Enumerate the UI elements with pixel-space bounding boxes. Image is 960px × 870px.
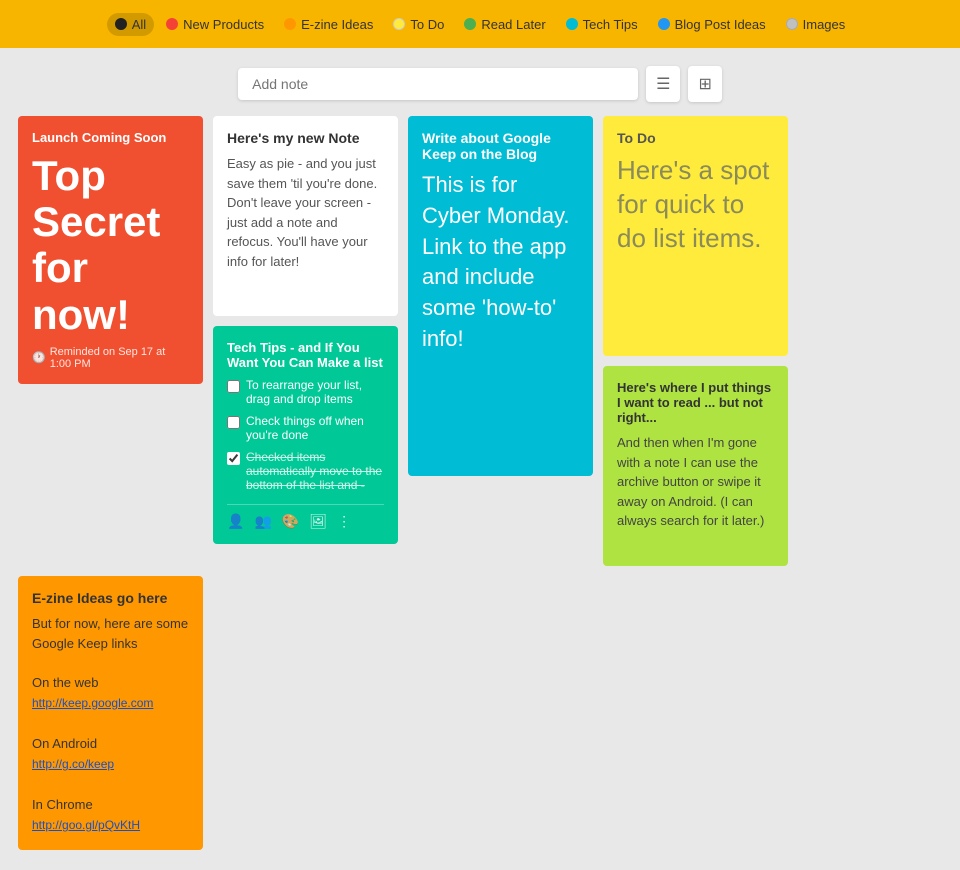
nav-label-blog-post: Blog Post Ideas	[675, 17, 766, 32]
list-view-button[interactable]: ☰	[646, 66, 680, 102]
add-person-icon[interactable]: 👥	[254, 513, 271, 530]
nav-label-tech-tips: Tech Tips	[583, 17, 638, 32]
card2-title: Here's my new Note	[227, 130, 384, 146]
checklist-item-2: Check things off when you're done	[227, 414, 384, 442]
all-dot	[115, 18, 127, 30]
card5-title: Tech Tips - and If You Want You Can Make…	[227, 340, 384, 370]
card6-web-label: On the web	[32, 675, 99, 690]
nav-label-ezine: E-zine Ideas	[301, 17, 373, 32]
card6-intro-text: But for now, here are some Google Keep l…	[32, 616, 188, 651]
nav-item-all[interactable]: All	[107, 13, 154, 36]
card6-intro: But for now, here are some Google Keep l…	[32, 614, 189, 834]
nav-item-todo[interactable]: To Do	[385, 13, 452, 36]
alarm-icon: 🕐	[32, 351, 46, 364]
card6-title: E-zine Ideas go here	[32, 590, 189, 606]
note-card-new-note: Here's my new Note Easy as pie - and you…	[213, 116, 398, 316]
note-card-blog: Write about Google Keep on the Blog This…	[408, 116, 593, 476]
card6-android-link[interactable]: http://g.co/keep	[32, 755, 189, 773]
checkbox-1[interactable]	[227, 380, 240, 393]
checkbox-3[interactable]	[227, 452, 240, 465]
card1-big-text: TopSecretfor now!	[32, 153, 189, 338]
search-input[interactable]	[252, 76, 624, 92]
new-products-dot	[166, 18, 178, 30]
blog-post-dot	[658, 18, 670, 30]
checklist-label-3: Checked items automatically move to the …	[246, 450, 384, 492]
card6-android-label: On Android	[32, 736, 97, 751]
read-later-dot	[464, 18, 476, 30]
palette-icon[interactable]: 🎨	[282, 513, 299, 530]
card3-body: This is for Cyber Monday. Link to the ap…	[422, 170, 579, 355]
checklist-label-2: Check things off when you're done	[246, 414, 384, 442]
nav-item-tech-tips[interactable]: Tech Tips	[558, 13, 646, 36]
card4-title: To Do	[617, 130, 774, 146]
card1-reminder-text: Reminded on Sep 17 at 1:00 PM	[50, 346, 189, 370]
nav-item-ezine[interactable]: E-zine Ideas	[276, 13, 381, 36]
notes-grid: Launch Coming Soon TopSecretfor now! 🕐 R…	[0, 116, 960, 870]
note-card-todo: To Do Here's a spot for quick to do list…	[603, 116, 788, 356]
card2-body: Easy as pie - and you just save them 'ti…	[227, 154, 384, 271]
nav-item-new-products[interactable]: New Products	[158, 13, 272, 36]
images-dot	[786, 18, 798, 30]
card6-chrome-label: In Chrome	[32, 797, 93, 812]
search-input-wrap	[238, 68, 638, 100]
col-stack-2: To Do Here's a spot for quick to do list…	[603, 116, 788, 566]
todo-dot	[393, 18, 405, 30]
nav-label-read-later: Read Later	[481, 17, 545, 32]
note-card-ezine: E-zine Ideas go here But for now, here a…	[18, 576, 203, 850]
card1-title: Launch Coming Soon	[32, 130, 189, 145]
collaborator-icon[interactable]: 👤	[227, 513, 244, 530]
card1-reminder: 🕐 Reminded on Sep 17 at 1:00 PM	[32, 346, 189, 370]
card5-actions: 👤 👥 🎨 🖼 ⋮	[227, 504, 384, 530]
card7-body: And then when I'm gone with a note I can…	[617, 433, 774, 531]
checklist-label-1: To rearrange your list, drag and drop it…	[246, 378, 384, 406]
note-card-tech-tips: Tech Tips - and If You Want You Can Make…	[213, 326, 398, 544]
card6-web-link[interactable]: http://keep.google.com	[32, 694, 189, 712]
nav-label-all: All	[132, 17, 146, 32]
top-nav: All New Products E-zine Ideas To Do Read…	[0, 0, 960, 48]
card5-checklist: To rearrange your list, drag and drop it…	[227, 378, 384, 492]
ezine-dot	[284, 18, 296, 30]
note-card-read-later: Here's where I put things I want to read…	[603, 366, 788, 566]
note-card-launch: Launch Coming Soon TopSecretfor now! 🕐 R…	[18, 116, 203, 384]
checklist-item-1: To rearrange your list, drag and drop it…	[227, 378, 384, 406]
checkbox-2[interactable]	[227, 416, 240, 429]
card4-body: Here's a spot for quick to do list items…	[617, 154, 774, 255]
card6-chrome-link[interactable]: http://goo.gl/pQvKtH	[32, 816, 189, 834]
nav-label-todo: To Do	[410, 17, 444, 32]
nav-item-blog-post[interactable]: Blog Post Ideas	[650, 13, 774, 36]
nav-item-images[interactable]: Images	[778, 13, 854, 36]
card3-title: Write about Google Keep on the Blog	[422, 130, 579, 162]
tech-tips-dot	[566, 18, 578, 30]
col-stack-1: Here's my new Note Easy as pie - and you…	[213, 116, 398, 544]
checklist-item-3: Checked items automatically move to the …	[227, 450, 384, 492]
more-icon[interactable]: ⋮	[337, 513, 351, 530]
search-bar-area: ☰ ⊞	[0, 48, 960, 116]
image-icon[interactable]: 🖼	[309, 513, 327, 530]
grid-view-button[interactable]: ⊞	[688, 66, 721, 102]
nav-label-new-products: New Products	[183, 17, 264, 32]
nav-label-images: Images	[803, 17, 846, 32]
card7-title: Here's where I put things I want to read…	[617, 380, 774, 425]
nav-item-read-later[interactable]: Read Later	[456, 13, 553, 36]
